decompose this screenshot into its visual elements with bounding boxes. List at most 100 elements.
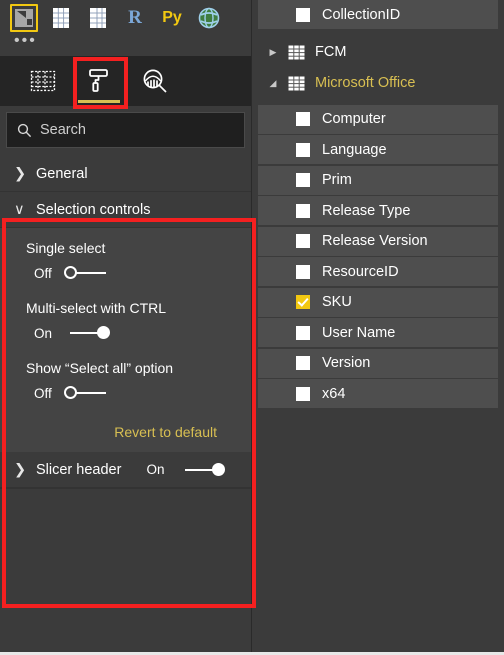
revert-to-default-link[interactable]: Revert to default (114, 424, 217, 440)
chevron-down-icon: ∨ (14, 201, 25, 218)
field-label: CollectionID (322, 6, 401, 23)
switch-knob (64, 266, 77, 279)
field-checkbox[interactable] (296, 112, 310, 126)
field-label: SKU (322, 294, 352, 310)
slicer-header-state: On (146, 462, 165, 477)
field-label: ResourceID (322, 263, 399, 280)
show-select-all-toggle[interactable]: Off (26, 384, 251, 402)
field-checkbox[interactable] (296, 356, 310, 370)
field-label: Computer (322, 111, 386, 127)
list-item[interactable]: x64 (258, 379, 498, 408)
tab-format[interactable] (78, 61, 120, 103)
multi-select-switch[interactable] (64, 324, 110, 342)
single-select-switch[interactable] (64, 264, 110, 282)
fields-grid-icon (30, 70, 56, 92)
section-slicer-header-label: Slicer header (36, 461, 122, 478)
field-label: Prim (322, 172, 352, 188)
slicer-visual-icon[interactable] (10, 4, 38, 32)
field-checkbox[interactable] (296, 295, 310, 309)
selection-controls-body: Single select Off Multi-select with CTRL… (0, 228, 251, 452)
fields-pane: CollectionID ▶ FCM ◢ Microsoft Office Co… (252, 0, 504, 655)
section-selection-controls[interactable]: ∨ Selection controls (0, 192, 251, 228)
field-label: User Name (322, 324, 396, 341)
search-input[interactable]: Search (6, 112, 245, 148)
tab-fields[interactable] (26, 61, 60, 101)
field-label: Version (322, 355, 371, 371)
section-selection-controls-label: Selection controls (36, 201, 151, 218)
python-visual-icon[interactable]: Py (158, 4, 186, 32)
field-checkbox[interactable] (296, 386, 310, 401)
power-bi-visualizations-and-fields-panel: R Py ••• Search ❯ General ∨ Selection co… (0, 0, 504, 655)
list-item[interactable]: Language (258, 135, 498, 164)
matrix-visual-icon[interactable] (84, 4, 112, 32)
show-select-all-state: Off (34, 385, 52, 401)
show-select-all-label: Show “Select all” option (26, 360, 174, 376)
field-checkbox[interactable] (296, 325, 310, 340)
field-checkbox[interactable] (296, 203, 310, 218)
table-icon (288, 76, 305, 90)
list-item[interactable]: Release Version (258, 226, 498, 256)
magnifier-chart-icon (143, 69, 167, 93)
property-multi-select-ctrl: Multi-select with CTRL On (0, 300, 251, 342)
field-checkbox[interactable] (296, 234, 310, 248)
multi-select-state: On (34, 325, 53, 341)
field-label: Release Version (322, 233, 428, 249)
multi-select-label: Multi-select with CTRL (26, 300, 167, 316)
search-icon (17, 123, 32, 137)
chevron-right-icon: ▶ (269, 46, 277, 57)
field-checkbox[interactable] (296, 173, 310, 187)
list-item[interactable]: Prim (258, 165, 498, 195)
list-item[interactable]: ResourceID (258, 257, 498, 286)
chevron-down-icon: ◢ (269, 77, 277, 88)
field-label: Release Type (322, 202, 411, 219)
section-general[interactable]: ❯ General (0, 156, 251, 192)
table-icon (288, 45, 305, 59)
chevron-right-icon: ❯ (14, 461, 27, 478)
r-script-visual-label: R (128, 7, 142, 28)
format-sections-list: ❯ General ∨ Selection controls Single se… (0, 156, 251, 655)
switch-knob (97, 326, 110, 339)
multi-select-toggle[interactable]: On (26, 324, 251, 342)
python-visual-label: Py (162, 9, 182, 26)
property-single-select: Single select Off (0, 240, 251, 282)
field-label: Language (322, 141, 387, 158)
table-item-fcm[interactable]: ▶ FCM (258, 37, 498, 68)
search-container: Search (0, 106, 251, 156)
section-slicer-header[interactable]: ❯ Slicer header On (0, 452, 251, 488)
visual-type-row: R Py (6, 2, 245, 34)
list-item[interactable]: User Name (258, 318, 498, 347)
field-list: Computer Language Prim Release Type Release … (258, 104, 498, 408)
switch-knob (212, 462, 226, 476)
r-script-visual-icon[interactable]: R (121, 4, 149, 32)
single-select-label: Single select (26, 240, 106, 256)
visualizations-pane: R Py ••• Search ❯ General ∨ Selection co… (0, 0, 252, 655)
list-item[interactable]: Version (258, 348, 498, 378)
search-placeholder: Search (40, 122, 86, 138)
field-checkbox[interactable] (296, 264, 310, 279)
arcgis-map-visual-icon[interactable] (195, 4, 223, 32)
chevron-right-icon: ❯ (14, 165, 27, 182)
field-label: x64 (322, 385, 346, 402)
table-visual-icon[interactable] (47, 4, 75, 32)
revert-row: Revert to default (0, 420, 251, 442)
more-visuals-button[interactable]: ••• (6, 33, 245, 54)
list-item[interactable]: Computer (258, 104, 498, 134)
list-item[interactable]: SKU (258, 287, 498, 317)
pane-bottom-strip (0, 488, 251, 510)
field-checkbox[interactable] (296, 142, 310, 157)
single-select-toggle[interactable]: Off (26, 264, 251, 282)
list-item[interactable]: Release Type (258, 196, 498, 225)
visual-type-gallery: R Py ••• (0, 0, 251, 56)
property-show-select-all: Show “Select all” option Off (0, 360, 251, 402)
slicer-header-switch[interactable] (179, 461, 226, 479)
table-label: Microsoft Office (315, 75, 416, 91)
table-item-microsoft-office[interactable]: ◢ Microsoft Office (258, 68, 498, 99)
switch-knob (64, 386, 77, 399)
field-checkbox[interactable] (296, 7, 310, 22)
pane-tab-bar (0, 56, 251, 106)
list-item[interactable]: CollectionID (258, 0, 498, 29)
show-select-all-switch[interactable] (64, 384, 110, 402)
section-general-label: General (36, 165, 88, 182)
tab-analytics[interactable] (138, 61, 172, 101)
single-select-state: Off (34, 265, 52, 281)
